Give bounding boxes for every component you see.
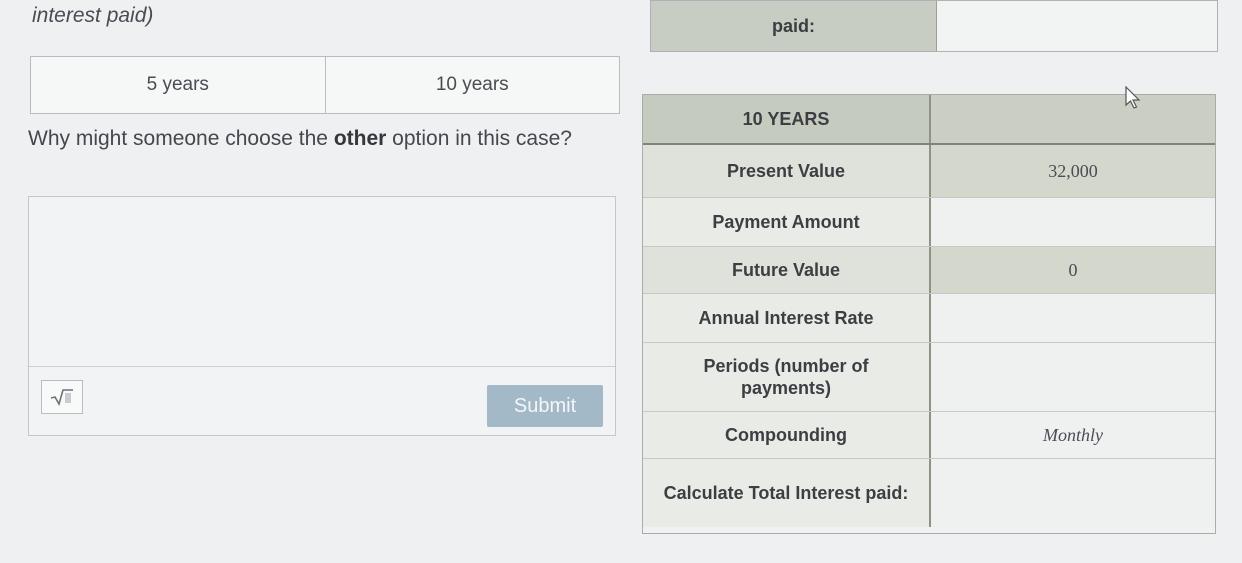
math-editor-button[interactable]: [41, 380, 83, 414]
row-value[interactable]: [931, 343, 1215, 411]
row-value[interactable]: 32,000: [931, 145, 1215, 197]
row-label: Payment Amount: [643, 198, 931, 246]
prompt-text-after: option in this case?: [386, 127, 572, 150]
previous-table-label: paid:: [651, 1, 937, 51]
square-root-icon: [50, 389, 73, 406]
option-10-years[interactable]: 10 years: [324, 57, 620, 113]
row-label: Compounding: [643, 412, 931, 458]
row-label: Future Value: [643, 247, 931, 293]
option-5-years[interactable]: 5 years: [31, 57, 325, 113]
question-prompt: Why might someone choose the other optio…: [28, 126, 598, 151]
prompt-emphasis: other: [333, 127, 387, 150]
table-row: Calculate Total Interest paid:: [643, 459, 1215, 527]
row-value[interactable]: [931, 198, 1215, 246]
table-header-value: [931, 95, 1215, 143]
table-row: Annual Interest Rate: [643, 294, 1215, 343]
row-value[interactable]: 0: [931, 247, 1215, 293]
table-row: Future Value 0: [643, 247, 1215, 294]
previous-table-last-row: paid:: [650, 0, 1218, 52]
row-value[interactable]: Monthly: [931, 412, 1215, 458]
row-label: Periods (number of payments): [643, 343, 931, 411]
submit-button[interactable]: Submit: [487, 385, 603, 427]
row-label: Annual Interest Rate: [643, 294, 931, 342]
table-row: Present Value 32,000: [643, 145, 1215, 198]
row-value[interactable]: [931, 459, 1215, 527]
term-choice-group: 5 years 10 years: [30, 56, 620, 114]
previous-table-value[interactable]: [937, 1, 1217, 51]
answer-box: Submit: [28, 196, 616, 436]
row-value[interactable]: [931, 294, 1215, 342]
prompt-text-before: Why might someone choose the: [28, 127, 334, 150]
table-row: Compounding Monthly: [643, 412, 1215, 459]
answer-input[interactable]: [29, 197, 615, 367]
row-label: Present Value: [643, 145, 931, 197]
row-label: Calculate Total Interest paid:: [643, 459, 931, 527]
ten-year-loan-table: 10 YEARS Present Value 32,000 Payment Amou…: [642, 94, 1216, 534]
table-row: Periods (number of payments): [643, 343, 1215, 412]
mouse-pointer-icon: [1125, 86, 1141, 109]
question-heading: interest paid): [32, 4, 154, 27]
table-header-label: 10 YEARS: [643, 95, 931, 143]
table-row: Payment Amount: [643, 198, 1215, 247]
